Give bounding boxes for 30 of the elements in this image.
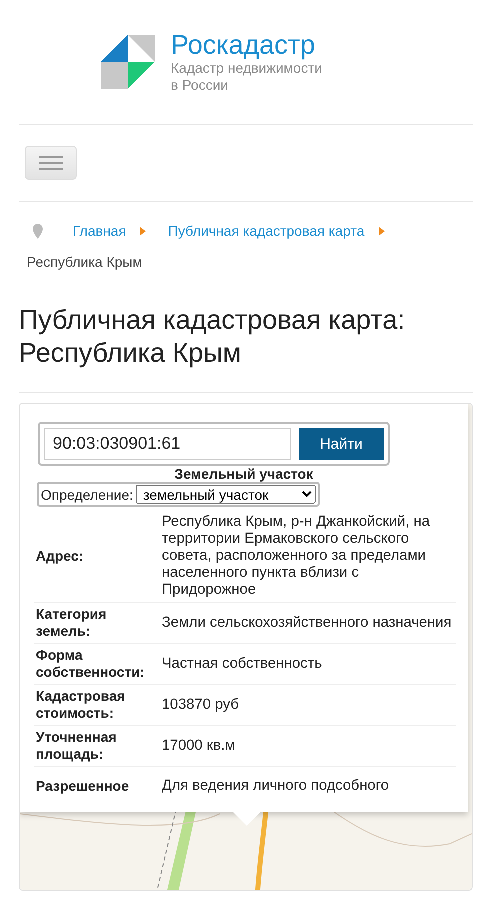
select-label: Определение: bbox=[41, 486, 134, 502]
breadcrumb-link[interactable]: Главная bbox=[73, 223, 126, 239]
page-title: Республика Крым bbox=[19, 337, 242, 370]
property-label: Адрес: bbox=[34, 511, 154, 603]
breadcrumb-link[interactable]: Публичная кадастровая карта bbox=[168, 223, 365, 239]
popup-title: Земельный участок bbox=[174, 467, 314, 482]
cadastral-search-field[interactable]: 90:03:030901:61 bbox=[44, 428, 291, 460]
property-value: Республика Крым, р-н Джанкойский, на территории Ермаковского сельского совета, расположенного за пределами населенного пункта вблизи с Придорожное bbox=[154, 511, 456, 603]
caret-icon bbox=[140, 226, 146, 236]
property-label: Форма собственности: bbox=[34, 644, 154, 685]
page-title: Публичная кадастровая карта: bbox=[19, 304, 406, 337]
find-button[interactable]: Найти bbox=[299, 428, 384, 460]
property-value: 103870 руб bbox=[154, 685, 456, 726]
logo-icon bbox=[101, 35, 155, 89]
property-value: Земли сельскохозяйственного назначения bbox=[154, 603, 456, 644]
breadcrumb-current: Республика Крым bbox=[26, 253, 144, 270]
menu-button[interactable] bbox=[25, 146, 77, 180]
brand-tagline: в России bbox=[171, 77, 230, 94]
type-select[interactable]: земельный участок bbox=[136, 485, 316, 504]
caret-icon bbox=[378, 226, 385, 236]
brand-name: Роскадастр bbox=[171, 30, 316, 60]
property-label: Категория земель: bbox=[34, 603, 154, 644]
property-label: Кадастровая стоимость: bbox=[34, 685, 154, 726]
property-value: 17000 кв.м bbox=[154, 726, 456, 767]
brand-tagline: Кадастр недвижимости bbox=[171, 60, 322, 77]
location-pin-icon bbox=[33, 224, 43, 238]
property-label: Разрешенное bbox=[35, 777, 130, 796]
property-value: Частная собственность bbox=[154, 644, 456, 685]
property-label: Уточненная площадь: bbox=[34, 726, 154, 767]
property-value: Для ведения личного подсобного bbox=[161, 777, 390, 796]
